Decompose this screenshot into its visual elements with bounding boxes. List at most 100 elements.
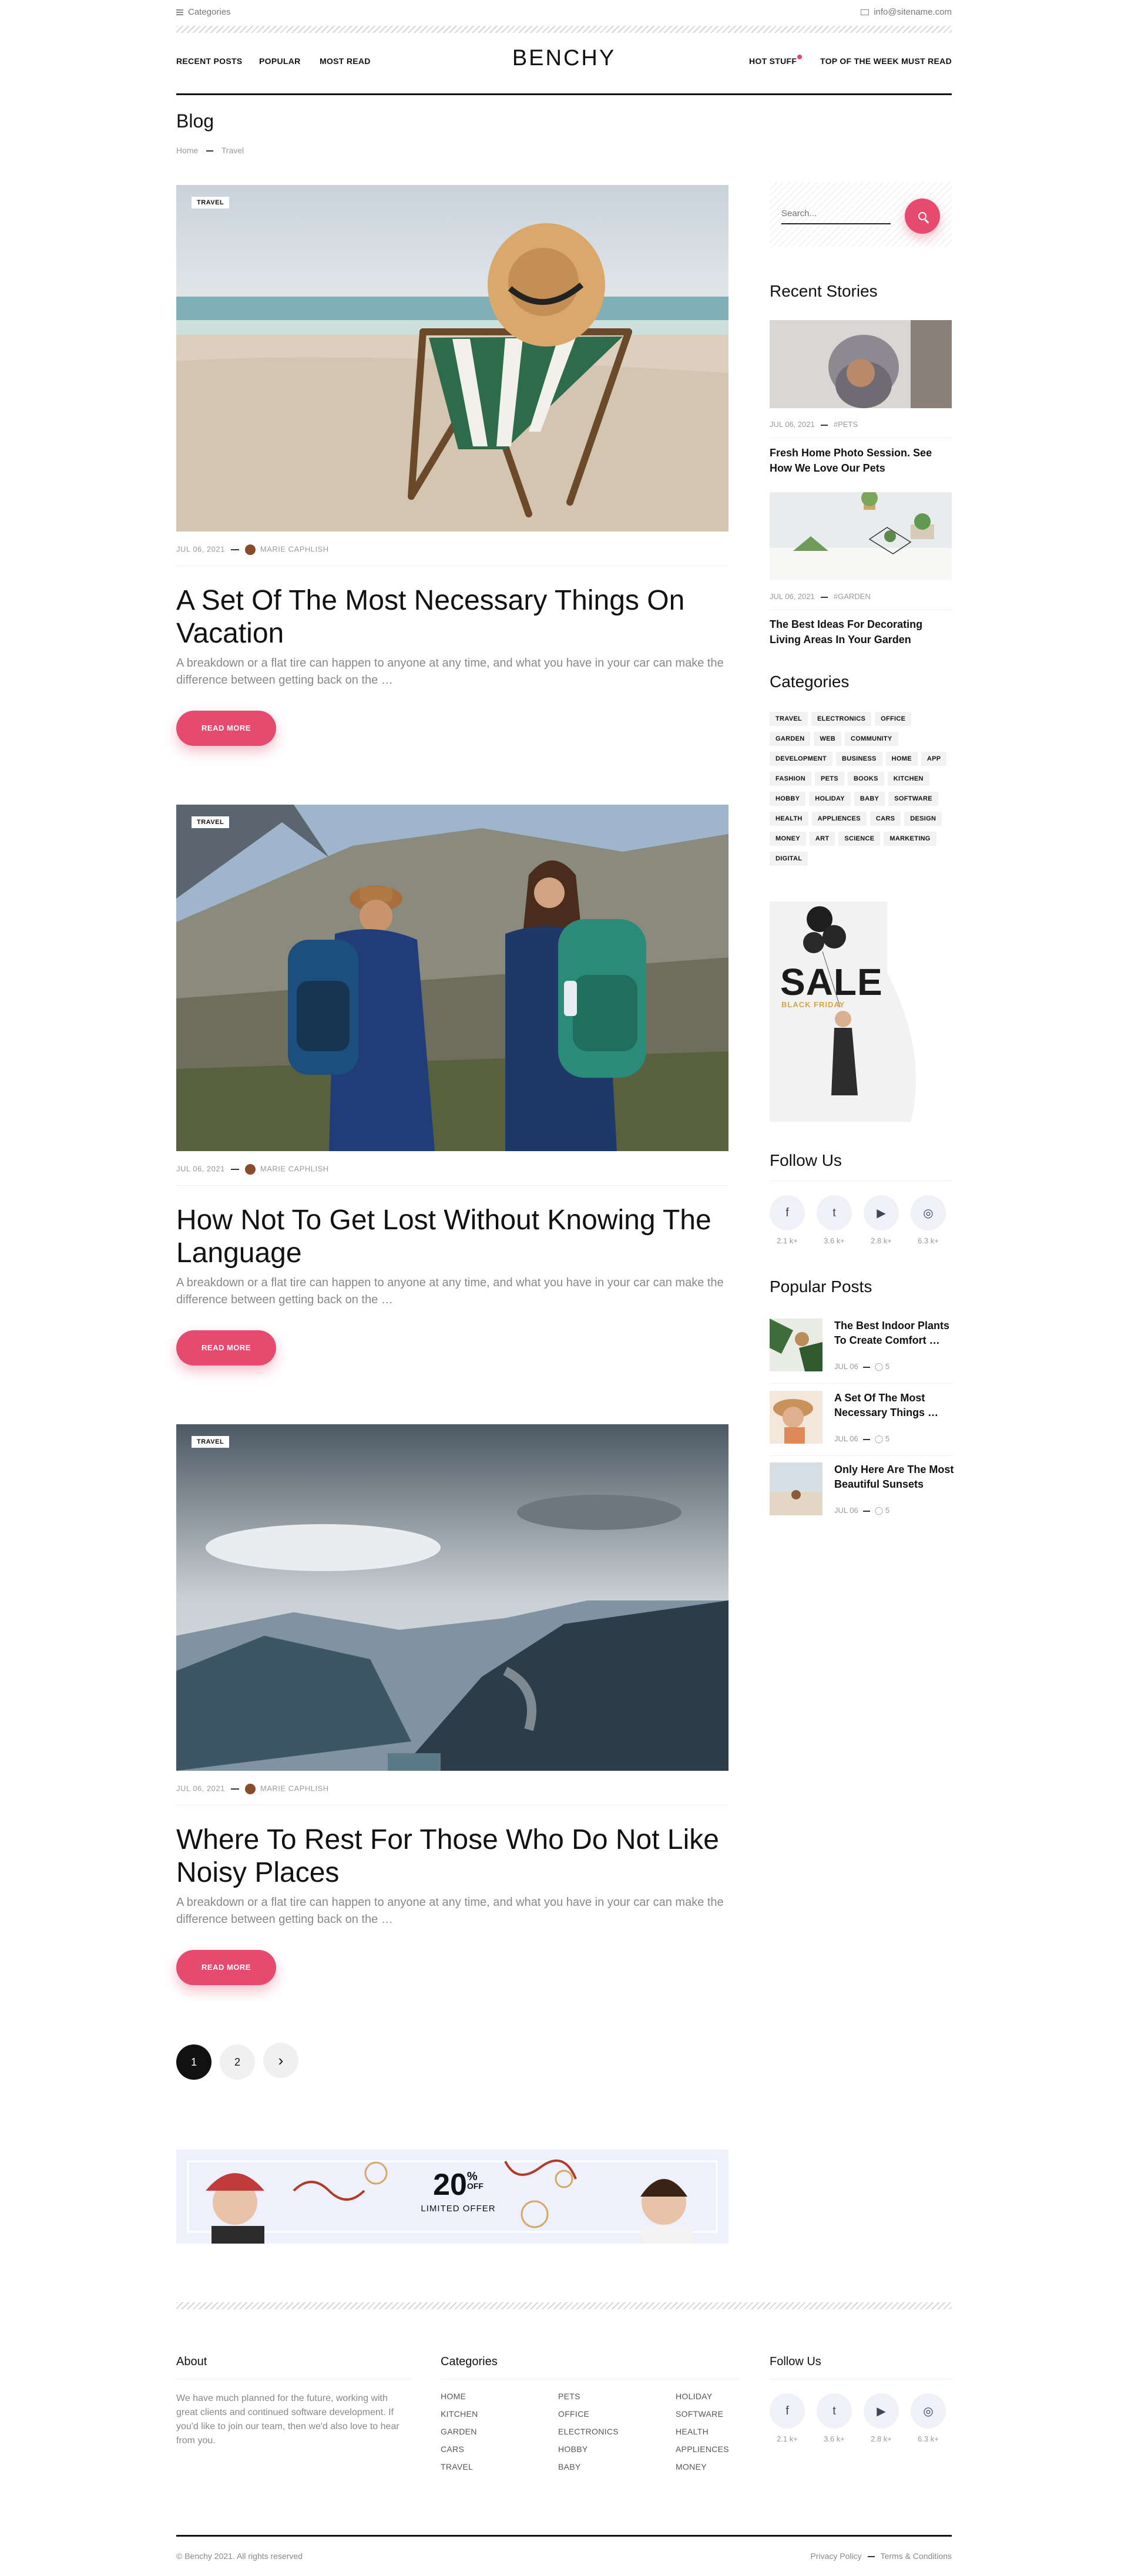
footer-cat-link[interactable]: HOME (441, 2392, 478, 2401)
post-tag[interactable]: TRAVEL (192, 1436, 230, 1448)
post-title[interactable]: How Not To Get Lost Without Knowing The … (176, 1204, 728, 1270)
category-chip[interactable]: HOLIDAY (809, 792, 851, 806)
post-tag[interactable]: TRAVEL (192, 197, 230, 208)
recent-tag[interactable]: #PETS (834, 420, 858, 429)
category-chip[interactable]: TRAVEL (770, 712, 808, 726)
facebook-icon: f (770, 2393, 805, 2429)
post-author[interactable]: MARIE CAPHLISH (260, 544, 329, 553)
footer-cat-link[interactable]: APPLIENCES (676, 2444, 729, 2454)
next-page-button[interactable]: › (263, 2043, 298, 2078)
category-chip[interactable]: MARKETING (884, 832, 936, 846)
read-more-button[interactable]: READ MORE (176, 1950, 276, 1985)
email-link[interactable]: info@sitename.com (861, 7, 952, 17)
popular-item[interactable]: A Set Of The Most Necessary Things … JUL… (770, 1391, 952, 1450)
post-image-mountains[interactable]: TRAVEL (176, 1424, 728, 1771)
category-chip[interactable]: ART (809, 832, 835, 846)
footer-cat-link[interactable]: HOLIDAY (676, 2392, 729, 2401)
hikers-illustration (176, 805, 728, 1151)
read-more-button[interactable]: READ MORE (176, 711, 276, 746)
footer: About We have much planned for the futur… (176, 2355, 952, 2508)
category-chip[interactable]: WEB (814, 732, 842, 746)
twitter-link[interactable]: t 3.6 k+ (817, 1195, 852, 1245)
popular-item[interactable]: The Best Indoor Plants To Create Comfort… (770, 1319, 952, 1377)
category-chip[interactable]: PETS (815, 772, 844, 786)
category-chip[interactable]: CARS (870, 812, 901, 826)
facebook-link[interactable]: f 2.1 k+ (770, 2393, 805, 2443)
category-chip[interactable]: DEVELOPMENT (770, 752, 833, 766)
post-title[interactable]: A Set Of The Most Necessary Things On Va… (176, 584, 728, 650)
breadcrumb: Home Travel (176, 146, 244, 155)
post-image-beach[interactable]: TRAVEL (176, 185, 728, 532)
promo-banner[interactable]: 20% OFF LIMITED OFFER (176, 2150, 728, 2244)
footer-cat-link[interactable]: GARDEN (441, 2427, 478, 2436)
footer-cat-link[interactable]: OFFICE (558, 2409, 619, 2419)
instagram-icon: ◎ (911, 1195, 946, 1230)
category-chip[interactable]: HEALTH (770, 812, 808, 826)
category-chip[interactable]: APPLIENCES (811, 812, 867, 826)
post-tag[interactable]: TRAVEL (192, 816, 230, 828)
youtube-link[interactable]: ▶ 2.8 k+ (864, 1195, 899, 1245)
footer-cat-link[interactable]: SOFTWARE (676, 2409, 729, 2419)
post-image-hikers[interactable]: TRAVEL (176, 805, 728, 1151)
instagram-link[interactable]: ◎ 6.3 k+ (911, 2393, 946, 2443)
search-input[interactable] (781, 203, 891, 224)
popular-item[interactable]: Only Here Are The Most Beautiful Sunsets… (770, 1462, 954, 1521)
category-chip[interactable]: HOME (885, 752, 918, 766)
category-chip[interactable]: BABY (854, 792, 885, 806)
youtube-link[interactable]: ▶ 2.8 k+ (864, 2393, 899, 2443)
category-chip[interactable]: ELECTRONICS (811, 712, 872, 726)
footer-cat-link[interactable]: KITCHEN (441, 2409, 478, 2419)
recent-image-pets[interactable] (770, 320, 952, 408)
category-chip[interactable]: OFFICE (875, 712, 912, 726)
category-chip[interactable]: MONEY (770, 832, 806, 846)
category-chip[interactable]: SCIENCE (838, 832, 881, 846)
terms-link[interactable]: Terms & Conditions (881, 2551, 952, 2561)
search-button[interactable] (905, 199, 940, 234)
category-chip[interactable]: HOBBY (770, 792, 806, 806)
read-more-button[interactable]: READ MORE (176, 1330, 276, 1366)
breadcrumb-home[interactable]: Home (176, 146, 198, 155)
category-chip[interactable]: DESIGN (904, 812, 942, 826)
footer-cat-link[interactable]: PETS (558, 2392, 619, 2401)
recent-stories-title: Recent Stories (770, 282, 878, 300)
recent-image-garden[interactable] (770, 492, 952, 580)
recent-title[interactable]: The Best Ideas For Decorating Living Are… (770, 617, 952, 647)
categories-toggle[interactable]: Categories (176, 7, 231, 17)
post-author[interactable]: MARIE CAPHLISH (260, 1164, 329, 1173)
category-chip[interactable]: APP (921, 752, 947, 766)
category-chip[interactable]: DIGITAL (770, 852, 808, 866)
post-excerpt: A breakdown or a flat tire can happen to… (176, 1276, 724, 1306)
instagram-link[interactable]: ◎ 6.3 k+ (911, 1195, 946, 1245)
post-title[interactable]: Where To Rest For Those Who Do Not Like … (176, 1824, 728, 1889)
categories-title: Categories (770, 672, 850, 691)
footer-cat-link[interactable]: HOBBY (558, 2444, 619, 2454)
page-1-button[interactable]: 1 (176, 2044, 212, 2080)
facebook-link[interactable]: f 2.1 k+ (770, 1195, 805, 1245)
sale-ad[interactable]: SALE BLACK FRIDAY (770, 902, 952, 1122)
recent-title[interactable]: Fresh Home Photo Session. See How We Lov… (770, 445, 952, 476)
post-excerpt: A breakdown or a flat tire can happen to… (176, 1896, 724, 1926)
privacy-link[interactable]: Privacy Policy (810, 2551, 861, 2561)
nav-hot-stuff-label: HOT STUFF (749, 56, 797, 66)
category-chip[interactable]: GARDEN (770, 732, 811, 746)
category-chip[interactable]: SOFTWARE (888, 792, 938, 806)
category-chip[interactable]: FASHION (770, 772, 811, 786)
nav-must-read[interactable]: MUST READ (901, 56, 952, 66)
category-chip[interactable]: KITCHEN (887, 772, 929, 786)
footer-cat-link[interactable]: MONEY (676, 2462, 729, 2471)
footer-cat-link[interactable]: BABY (558, 2462, 619, 2471)
category-chip[interactable]: COMMUNITY (845, 732, 898, 746)
post-author[interactable]: MARIE CAPHLISH (260, 1784, 329, 1793)
recent-tag[interactable]: #GARDEN (834, 592, 871, 601)
post-excerpt: A breakdown or a flat tire can happen to… (176, 657, 724, 687)
footer-cat-link[interactable]: ELECTRONICS (558, 2427, 619, 2436)
footer-cat-link[interactable]: TRAVEL (441, 2462, 478, 2471)
nav-hot-stuff[interactable]: HOT STUFF (749, 55, 803, 66)
category-chip[interactable]: BOOKS (847, 772, 884, 786)
twitter-link[interactable]: t 3.6 k+ (817, 2393, 852, 2443)
category-chip[interactable]: BUSINESS (836, 752, 882, 766)
footer-cat-link[interactable]: CARS (441, 2444, 478, 2454)
nav-top-of-week[interactable]: TOP OF THE WEEK (820, 56, 899, 66)
footer-cat-link[interactable]: HEALTH (676, 2427, 729, 2436)
page-2-button[interactable]: 2 (220, 2044, 255, 2080)
